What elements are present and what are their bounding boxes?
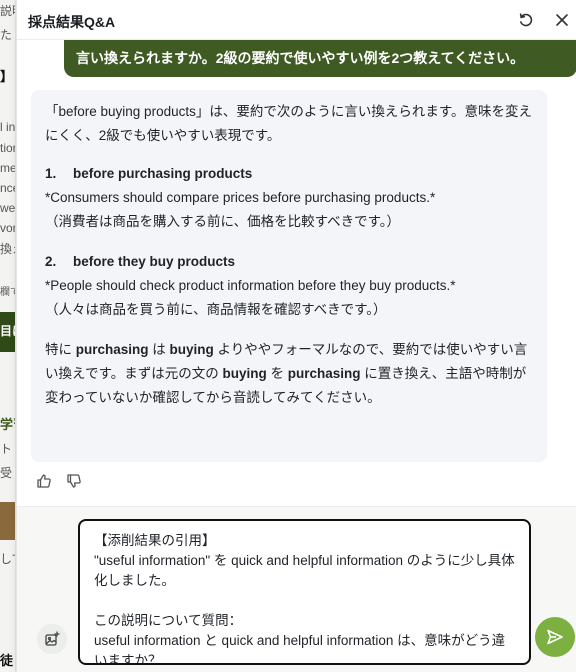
item-example: *Consumers should compare prices before … xyxy=(45,190,436,205)
assistant-message: 「before buying products」は、要約で次のように言い換えられ… xyxy=(31,90,547,462)
bg-fragment: we xyxy=(0,201,16,215)
item-translation: （人々は商品を買う前に、商品情報を確認すべきです。） xyxy=(45,302,387,317)
bg-fragment: た xyxy=(0,28,13,42)
bg-fragment: 目に xyxy=(0,324,15,338)
qa-panel: 採点結果Q&A 言い換えられますか。2級の要約で使いやすい例を2つ教えてください… xyxy=(16,0,576,672)
assistant-intro: 「before buying products」は、要約で次のように言い換えられ… xyxy=(45,104,532,143)
thumbs-down-icon[interactable] xyxy=(65,472,83,490)
bg-fragment: 欄で xyxy=(0,287,15,298)
thumbs-up-icon[interactable] xyxy=(35,472,53,490)
image-add-icon[interactable] xyxy=(37,624,67,654)
background-page: 説明 た 】 l in tior me nce we vor 換え 欄で 目に … xyxy=(0,0,16,672)
bg-fragment: 学習 xyxy=(0,417,15,432)
bg-fragment: 徒 xyxy=(0,653,14,668)
feedback-reactions xyxy=(35,472,83,490)
closing-bold: buying xyxy=(222,366,267,381)
bg-fragment: me xyxy=(0,161,16,175)
item-example: *People should check product information… xyxy=(45,278,456,293)
refresh-icon[interactable] xyxy=(515,9,537,31)
item-phrase: before they buy products xyxy=(73,254,236,269)
closing-bold: purchasing xyxy=(287,366,361,381)
bg-fragment: vor xyxy=(0,221,16,235)
panel-header: 採点結果Q&A xyxy=(17,0,576,40)
closing-text: 特に xyxy=(45,342,76,357)
bg-fragment: ト xyxy=(0,442,13,456)
closing-bold: purchasing xyxy=(75,342,149,357)
assistant-closing: 特に purchasing は buying よりややフォーマルなので、要約では… xyxy=(45,338,533,410)
closing-text: は xyxy=(148,342,170,357)
user-message-bubble: 言い換えられますか。2級の要約で使いやすい例を2つ教えてください。 xyxy=(64,38,576,77)
send-icon[interactable] xyxy=(535,617,575,657)
closing-text: を xyxy=(266,366,288,381)
suggestion-item: 2. before they buy products xyxy=(45,250,533,274)
bg-fragment: l in xyxy=(0,120,16,134)
suggestion-item: 1. before purchasing products xyxy=(45,162,533,186)
bg-fragment: tior xyxy=(0,141,16,155)
bg-fragment: 】 xyxy=(0,69,14,84)
bg-fragment: nce xyxy=(0,181,15,195)
bg-brown-block xyxy=(0,502,15,540)
closing-bold: buying xyxy=(169,342,214,357)
item-number: 2. xyxy=(45,254,57,269)
message-input[interactable]: 【添削結果の引用】 "useful information" を quick a… xyxy=(78,519,531,665)
close-icon[interactable] xyxy=(551,9,573,31)
panel-title: 採点結果Q&A xyxy=(28,14,116,30)
item-number: 1. xyxy=(45,166,57,181)
bg-fragment: 説明 xyxy=(0,4,15,18)
bg-fragment: 受 xyxy=(0,466,13,480)
bg-fragment: 換え xyxy=(0,242,15,256)
item-translation: （消費者は商品を購入する前に、価格を比較すべきです。） xyxy=(45,214,401,229)
composer-area: 【添削結果の引用】 "useful information" を quick a… xyxy=(17,506,576,672)
bg-fragment: して xyxy=(0,552,15,566)
item-phrase: before purchasing products xyxy=(73,166,253,181)
